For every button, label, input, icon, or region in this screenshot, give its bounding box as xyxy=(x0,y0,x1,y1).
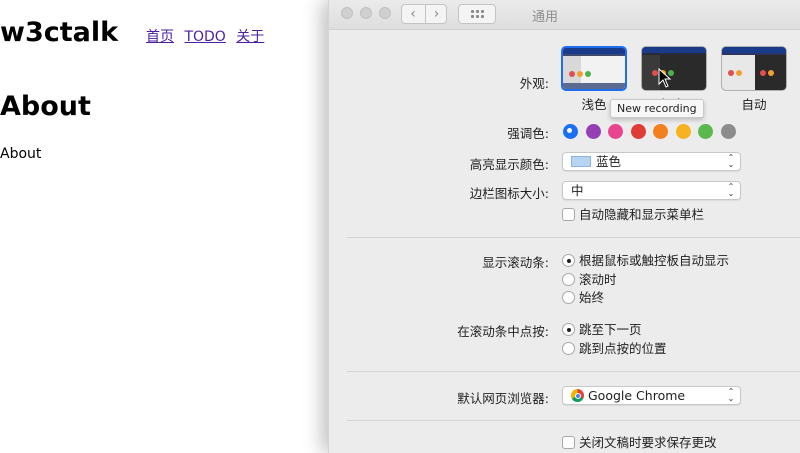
accent-color-swatch[interactable] xyxy=(698,124,713,139)
accent-color-swatch[interactable] xyxy=(630,124,646,139)
scrollbars-option-auto[interactable]: 根据鼠标或触控板自动显示 xyxy=(562,254,729,268)
section-divider xyxy=(347,237,800,238)
theme-light-thumbnail[interactable] xyxy=(561,46,627,91)
light-theme-preview xyxy=(563,48,625,89)
scrollbars-option-always[interactable]: 始终 xyxy=(562,291,604,305)
nav-link-about[interactable]: 关于 xyxy=(236,29,264,45)
accent-color-swatch[interactable] xyxy=(675,124,691,139)
accent-color-label: 强调色: xyxy=(507,126,549,141)
theme-auto-label: 自动 xyxy=(741,97,767,112)
click-scrollbar-option-spot[interactable]: 跳到点按的位置 xyxy=(562,342,667,356)
mouse-cursor-icon xyxy=(658,68,672,88)
auto-theme-preview xyxy=(722,47,786,90)
sidebar-icon-size-popup[interactable]: 中 ⌃ ⌄ xyxy=(562,181,741,200)
checkbox-box[interactable] xyxy=(562,208,575,221)
scrollbars-option-auto-label: 根据鼠标或触控板自动显示 xyxy=(579,253,730,268)
accent-color-swatch[interactable] xyxy=(653,124,668,139)
click-scrollbar-label: 在滚动条中点按: xyxy=(457,324,549,339)
default-browser-value: Google Chrome xyxy=(588,388,686,403)
radio-button[interactable] xyxy=(562,323,575,336)
general-preferences-window: ‹ › 通用 外观: 浅色 自动 New recording 强调色: 高亮显示… xyxy=(328,0,800,453)
sidebar-icon-size-value: 中 xyxy=(571,183,584,198)
page-body-text: About xyxy=(0,146,42,162)
radio-button[interactable] xyxy=(562,342,575,355)
auto-hide-menubar-label: 自动隐藏和显示菜单栏 xyxy=(579,207,705,222)
show-scrollbars-label: 显示滚动条: xyxy=(482,255,549,270)
checkbox-box[interactable] xyxy=(562,436,575,449)
window-title: 通用 xyxy=(531,10,558,25)
accent-color-swatch[interactable] xyxy=(720,124,736,139)
page-heading: About xyxy=(0,91,91,122)
site-title: w3ctalk xyxy=(0,17,119,48)
accent-color-swatch[interactable] xyxy=(608,124,623,139)
popup-arrows-icon: ⌃ ⌄ xyxy=(727,182,735,198)
site-nav: 首页 TODO 关于 xyxy=(146,26,270,46)
radio-button[interactable] xyxy=(562,254,575,267)
accent-color-swatch[interactable] xyxy=(563,124,578,139)
radio-button[interactable] xyxy=(562,273,575,286)
title-bar: ‹ › 通用 xyxy=(329,0,800,30)
default-browser-label: 默认网页浏览器: xyxy=(457,391,549,406)
theme-dark-thumbnail[interactable] xyxy=(641,46,707,91)
highlight-color-value: 蓝色 xyxy=(596,154,622,169)
scrollbars-option-scrolling[interactable]: 滚动时 xyxy=(562,273,617,287)
scrollbars-option-always-label: 始终 xyxy=(579,290,605,305)
section-divider xyxy=(347,420,800,421)
highlight-color-label: 高亮显示颜色: xyxy=(469,157,549,172)
sidebar-icon-size-label: 边栏图标大小: xyxy=(469,186,549,201)
auto-hide-menubar-checkbox[interactable]: 自动隐藏和显示菜单栏 xyxy=(562,208,704,222)
theme-auto-thumbnail[interactable] xyxy=(721,46,787,91)
appearance-label: 外观: xyxy=(519,76,549,91)
scrollbars-option-scrolling-label: 滚动时 xyxy=(579,272,617,287)
click-option-spot-label: 跳到点按的位置 xyxy=(579,341,667,356)
ask-keep-changes-checkbox[interactable]: 关闭文稿时要求保存更改 xyxy=(562,436,717,450)
nav-link-home[interactable]: 首页 xyxy=(146,29,174,45)
popup-arrows-icon: ⌃ ⌄ xyxy=(727,387,735,403)
highlight-swatch xyxy=(571,156,591,167)
popup-arrows-icon: ⌃ ⌄ xyxy=(727,153,735,169)
new-recording-tooltip: New recording xyxy=(610,99,704,118)
accent-color-swatch[interactable] xyxy=(585,124,601,139)
nav-link-todo[interactable]: TODO xyxy=(184,29,225,45)
dark-theme-preview xyxy=(642,47,706,90)
click-option-next-page-label: 跳至下一页 xyxy=(579,322,642,337)
section-divider xyxy=(347,371,800,372)
click-scrollbar-option-next-page[interactable]: 跳至下一页 xyxy=(562,323,642,337)
chrome-icon xyxy=(571,389,584,402)
ask-keep-changes-label: 关闭文稿时要求保存更改 xyxy=(579,435,717,450)
default-browser-popup[interactable]: Google Chrome ⌃ ⌄ xyxy=(562,386,741,405)
highlight-color-popup[interactable]: 蓝色 ⌃ ⌄ xyxy=(562,152,741,171)
radio-button[interactable] xyxy=(562,291,575,304)
